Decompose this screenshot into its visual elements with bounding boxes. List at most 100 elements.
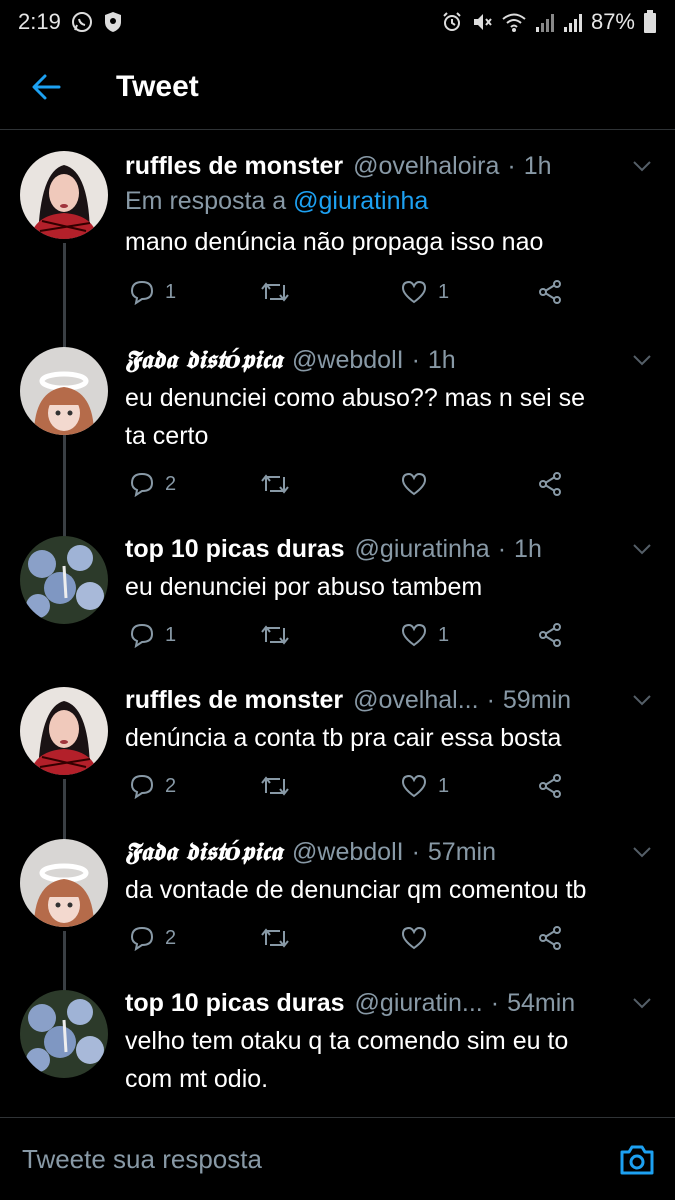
user-handle[interactable]: @giuratinha: [355, 535, 490, 564]
tweet-text-line: com mt odio.: [125, 1065, 269, 1093]
tweet-time[interactable]: 1h: [524, 152, 552, 181]
heart-icon: [401, 774, 427, 798]
display-name[interactable]: ruffles de monster: [125, 686, 343, 715]
like-button[interactable]: 1: [400, 773, 449, 799]
tweet-text: denúncia a conta tb pra cair essa bosta: [125, 719, 655, 757]
user-handle[interactable]: @webdolI: [292, 838, 404, 867]
chevron-down-icon[interactable]: [629, 990, 655, 1016]
like-button[interactable]: 1: [400, 622, 449, 648]
user-handle[interactable]: @ovelhaloira: [353, 152, 499, 181]
avatar[interactable]: [20, 536, 108, 624]
display-name[interactable]: ruffles de monster: [125, 152, 343, 181]
reply-button[interactable]: 1: [129, 622, 176, 648]
tweet-actions: 1 1: [125, 275, 595, 309]
reply-count: 1: [165, 623, 177, 646]
chevron-down-icon[interactable]: [629, 687, 655, 713]
tweet[interactable]: 𝕱𝖆𝖉𝖆 𝖉𝖎𝖘𝖙ó𝖕𝖎𝖈𝖆 @webdolI · 57min da vonta…: [0, 835, 675, 970]
user-handle[interactable]: @ovelhal...: [353, 686, 478, 715]
reply-button[interactable]: 2: [129, 925, 176, 951]
display-name[interactable]: 𝕱𝖆𝖉𝖆 𝖉𝖎𝖘𝖙ó𝖕𝖎𝖈𝖆: [125, 345, 282, 375]
reply-button[interactable]: 2: [129, 471, 176, 497]
like-button[interactable]: 1: [400, 279, 449, 305]
battery-icon: [643, 10, 657, 34]
reply-count: 2: [165, 472, 177, 495]
reply-icon: [130, 472, 154, 497]
chevron-down-icon[interactable]: [629, 347, 655, 373]
display-name[interactable]: 𝕱𝖆𝖉𝖆 𝖉𝖎𝖘𝖙ó𝖕𝖎𝖈𝖆: [125, 837, 282, 867]
tweet[interactable]: top 10 picas duras @giuratinha · 1h eu d…: [0, 532, 675, 667]
status-bar: 2:19 87%: [0, 0, 675, 44]
user-handle[interactable]: @giuratin...: [355, 989, 483, 1018]
tweet-header: ruffles de monster @ovelhaloira · 1h: [125, 149, 655, 183]
tweet-time[interactable]: 54min: [507, 989, 575, 1018]
retweet-button[interactable]: [260, 773, 300, 799]
like-button[interactable]: [400, 925, 438, 951]
retweet-icon: [261, 625, 289, 645]
share-button[interactable]: [537, 773, 563, 799]
tweet-text-line: denúncia a conta tb pra cair essa bosta: [125, 724, 562, 752]
top-app-bar: Tweet: [0, 44, 675, 130]
reply-icon: [130, 774, 154, 799]
avatar[interactable]: [20, 687, 108, 775]
share-icon: [539, 472, 561, 496]
tweet[interactable]: ruffles de monster @ovelhal... · 59min d…: [0, 683, 675, 818]
retweet-button[interactable]: [260, 471, 300, 497]
camera-icon[interactable]: [617, 1140, 657, 1180]
heart-icon: [401, 926, 427, 950]
avatar[interactable]: [20, 151, 108, 239]
separator: ·: [507, 151, 516, 180]
chevron-down-icon[interactable]: [629, 536, 655, 562]
reply-composer: [0, 1117, 675, 1200]
user-handle[interactable]: @webdolI: [292, 346, 404, 375]
retweet-icon: [261, 282, 289, 302]
reply-count: 2: [165, 926, 177, 949]
retweet-button[interactable]: [260, 279, 300, 305]
like-button[interactable]: [400, 471, 438, 497]
share-button[interactable]: [537, 622, 563, 648]
signal-icon-2: [563, 11, 583, 33]
tweet-header: top 10 picas duras @giuratinha · 1h: [125, 532, 655, 566]
avatar[interactable]: [20, 347, 108, 435]
share-button[interactable]: [537, 925, 563, 951]
like-count: 1: [438, 280, 450, 303]
tweet-header: top 10 picas duras @giuratin... · 54min: [125, 986, 655, 1020]
avatar[interactable]: [20, 990, 108, 1078]
mention-link[interactable]: @giuratinha: [293, 187, 428, 215]
reply-thread: ruffles de monster @ovelhaloira · 1h Em …: [0, 131, 675, 1116]
retweet-icon: [261, 928, 289, 948]
signal-icon-1: [535, 11, 555, 33]
retweet-icon: [261, 776, 289, 796]
like-count: 1: [438, 774, 450, 797]
tweet[interactable]: ruffles de monster @ovelhaloira · 1h Em …: [0, 149, 675, 321]
retweet-icon: [261, 474, 289, 494]
tweet-time[interactable]: 1h: [514, 535, 542, 564]
tweet[interactable]: top 10 picas duras @giuratin... · 54min …: [0, 986, 675, 1116]
separator: ·: [411, 837, 420, 866]
retweet-button[interactable]: [260, 925, 300, 951]
display-name[interactable]: top 10 picas duras: [125, 535, 345, 564]
avatar[interactable]: [20, 839, 108, 927]
separator: ·: [497, 534, 507, 563]
share-button[interactable]: [537, 471, 563, 497]
back-button[interactable]: [16, 57, 76, 117]
tweet-text-line: eu denunciei como abuso?? mas n sei se: [125, 384, 586, 412]
chevron-down-icon[interactable]: [629, 153, 655, 179]
reply-button[interactable]: 1: [129, 279, 176, 305]
tweet[interactable]: 𝕱𝖆𝖉𝖆 𝖉𝖎𝖘𝖙ó𝖕𝖎𝖈𝖆 @webdolI · 1h eu denuncie…: [0, 343, 675, 513]
reply-input[interactable]: [20, 1133, 584, 1185]
share-icon: [539, 926, 561, 950]
share-button[interactable]: [537, 279, 563, 305]
tweet-text-line: eu denunciei por abuso tambem: [125, 573, 483, 601]
tweet-text: velho tem otaku q ta comendo sim eu to c…: [125, 1022, 655, 1098]
reply-button[interactable]: 2: [129, 773, 176, 799]
retweet-button[interactable]: [260, 622, 300, 648]
tweet-header: 𝕱𝖆𝖉𝖆 𝖉𝖎𝖘𝖙ó𝖕𝖎𝖈𝖆 @webdolI · 57min: [125, 835, 655, 869]
separator: ·: [486, 685, 495, 714]
chevron-down-icon[interactable]: [629, 839, 655, 865]
tweet-time[interactable]: 57min: [428, 838, 496, 867]
display-name[interactable]: top 10 picas duras: [125, 989, 345, 1018]
tweet-actions: 1 1: [125, 618, 595, 652]
tweet-time[interactable]: 59min: [503, 686, 571, 715]
tweet-text-line: ta certo: [125, 422, 209, 450]
tweet-time[interactable]: 1h: [428, 346, 456, 375]
